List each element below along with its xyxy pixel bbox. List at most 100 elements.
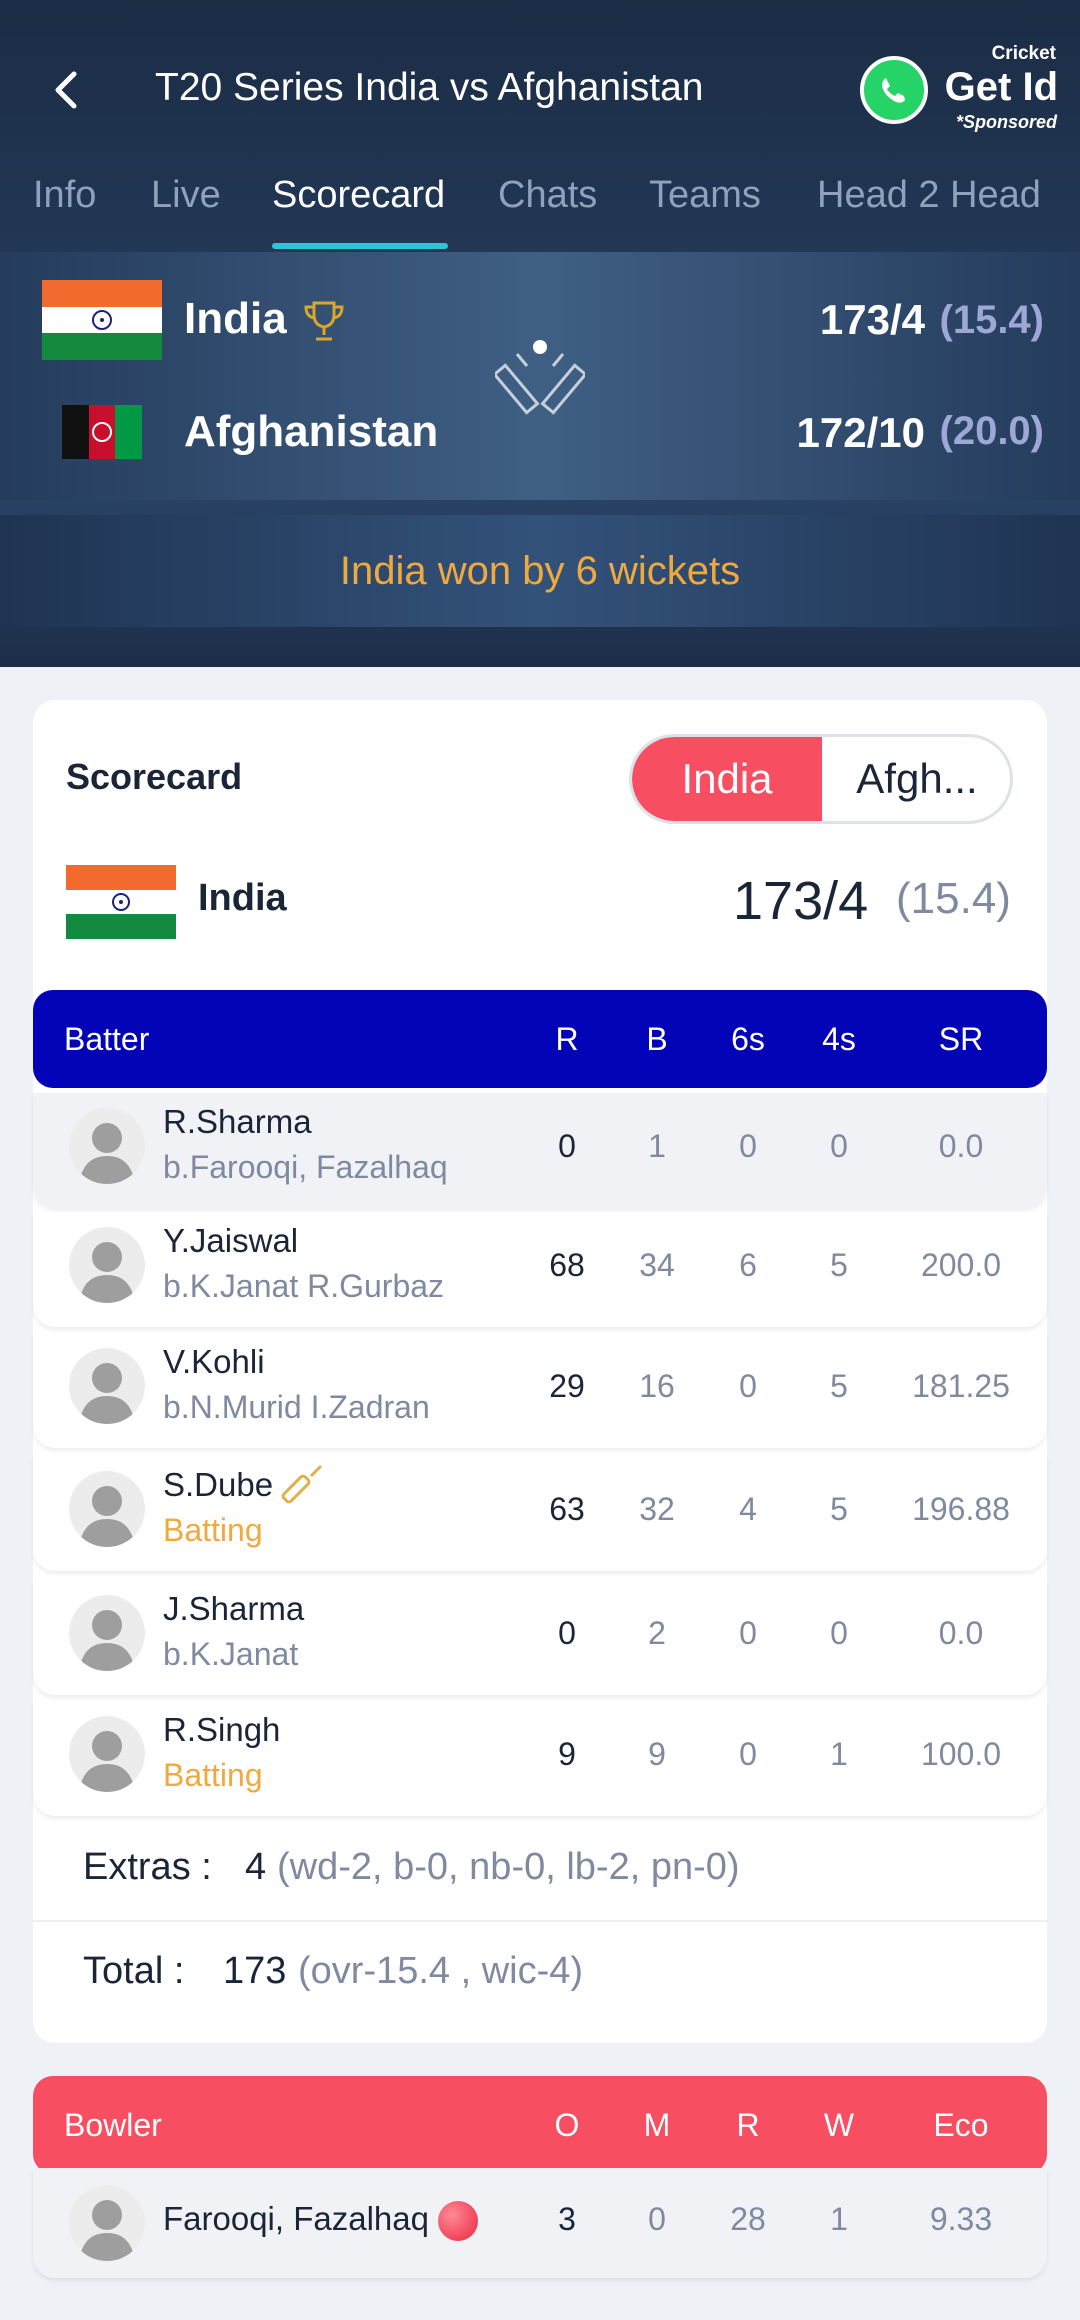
sixes-cell: 0 (739, 1736, 757, 1772)
active-tab-indicator (272, 243, 448, 249)
tab-head-2-head[interactable]: Head 2 Head (817, 170, 1041, 242)
sixes-cell: 6 (739, 1247, 757, 1283)
match-result: India won by 6 wickets (0, 515, 1080, 627)
extras-detail: (wd-2, b-0, nb-0, lb-2, pn-0) (277, 1846, 740, 1888)
tab-bar: Info Live Scorecard Chats Teams Head 2 H… (0, 160, 1080, 252)
team-toggle: India Afgh... (629, 734, 1013, 824)
batter-row[interactable]: R.Singh Batting 9 9 0 1 100.0 (33, 1701, 1047, 1816)
chevron-left-icon (55, 71, 77, 109)
tab-live[interactable]: Live (151, 170, 221, 242)
player-avatar-icon (69, 1716, 145, 1792)
extras-row: Extras : 4 (wd-2, b-0, nb-0, lb-2, pn-0) (33, 1810, 1047, 1922)
india-flag-icon (66, 865, 176, 939)
fours-cell: 5 (830, 1368, 848, 1404)
runs-conceded-cell: 28 (730, 2201, 766, 2237)
header-balls: B (646, 1021, 668, 1057)
batter-name: V.Kohli (163, 1343, 265, 1380)
header-runs-conceded: R (736, 2107, 760, 2143)
sixes-cell: 0 (739, 1615, 757, 1651)
promo-category: Cricket (991, 43, 1056, 64)
total-value: 173 (223, 1950, 287, 1992)
promo-cta: Get Id (944, 65, 1058, 109)
team2-score: 172/10 (796, 409, 925, 456)
crossed-bats-icon (495, 340, 585, 415)
player-avatar-icon (69, 2185, 145, 2261)
runs-cell: 68 (549, 1247, 585, 1283)
toggle-india[interactable]: India (632, 737, 822, 821)
batter-name: R.Sharma (163, 1103, 312, 1140)
balls-cell: 9 (648, 1736, 666, 1772)
team2-overs: (20.0) (939, 409, 1045, 453)
strike-rate-cell: 181.25 (912, 1368, 1010, 1404)
runs-cell: 63 (549, 1491, 585, 1527)
fours-cell: 0 (830, 1615, 848, 1651)
batter-name: R.Singh (163, 1711, 281, 1748)
header-runs: R (555, 1021, 579, 1057)
fours-cell: 5 (830, 1247, 848, 1283)
cricket-ball-icon (438, 2201, 478, 2241)
balls-cell: 32 (639, 1491, 675, 1527)
sixes-cell: 0 (739, 1128, 757, 1164)
india-flag-icon (42, 280, 162, 360)
toggle-afghanistan[interactable]: Afgh... (824, 737, 1010, 821)
extras-label: Extras : (83, 1846, 212, 1888)
balls-cell: 16 (639, 1368, 675, 1404)
dismissal-text: Batting (163, 1757, 263, 1793)
player-avatar-icon (69, 1348, 145, 1424)
header-wickets: W (823, 2107, 855, 2143)
innings-overs: (15.4) (896, 874, 1011, 923)
runs-cell: 29 (549, 1368, 585, 1404)
tab-chats[interactable]: Chats (498, 170, 597, 242)
innings-score: 173/4 (733, 871, 869, 931)
runs-cell: 9 (558, 1736, 576, 1772)
header-overs: O (554, 2107, 580, 2143)
trophy-icon (304, 301, 344, 341)
header-maidens: M (643, 2107, 671, 2143)
wickets-cell: 1 (830, 2201, 848, 2237)
header-economy: Eco (933, 2107, 989, 2143)
back-button[interactable] (40, 60, 92, 120)
sixes-cell: 4 (739, 1491, 757, 1527)
sponsored-promo[interactable]: Cricket Get Id *Sponsored (860, 40, 1060, 140)
balls-cell: 34 (639, 1247, 675, 1283)
bowling-table-header: Bowler O M R W Eco (33, 2076, 1047, 2174)
team2-name: Afghanistan (184, 407, 439, 456)
batter-row[interactable]: Y.Jaiswal b.K.Janat R.Gurbaz 68 34 6 5 200.0 (33, 1212, 1047, 1327)
batter-name: S.Dube (163, 1466, 274, 1503)
whatsapp-icon (860, 56, 928, 124)
team1-name: India (184, 294, 287, 343)
scorecard-label: Scorecard (66, 756, 243, 797)
tab-teams[interactable]: Teams (649, 170, 761, 242)
strike-rate-cell: 0.0 (938, 1615, 984, 1651)
header-strike-rate: SR (938, 1021, 984, 1057)
sponsored-label: *Sponsored (955, 112, 1057, 132)
strike-rate-cell: 200.0 (920, 1247, 1002, 1283)
player-avatar-icon (69, 1471, 145, 1547)
fours-cell: 0 (830, 1128, 848, 1164)
tab-info[interactable]: Info (33, 170, 96, 242)
header-sixes: 6s (731, 1021, 765, 1057)
batter-row[interactable]: S.Dube Batting 63 32 4 5 196.88 (33, 1456, 1047, 1571)
batter-row[interactable]: V.Kohli b.N.Murid I.Zadran 29 16 0 5 181.25 (33, 1333, 1047, 1448)
extras-value: 4 (245, 1846, 267, 1888)
header-fours: 4s (822, 1021, 856, 1057)
batter-row[interactable]: J.Sharma b.K.Janat 0 2 0 0 0.0 (33, 1580, 1047, 1695)
tab-scorecard[interactable]: Scorecard (272, 170, 445, 242)
header-batter: Batter (64, 1021, 150, 1057)
bowler-name: Farooqi, Fazalhaq (163, 2200, 429, 2237)
dismissal-text: b.K.Janat (163, 1636, 299, 1672)
player-avatar-icon (69, 1227, 145, 1303)
header-bowler: Bowler (64, 2107, 162, 2143)
runs-cell: 0 (558, 1128, 576, 1164)
bowler-row[interactable]: Farooqi, Fazalhaq 3 0 28 1 9.33 (33, 2168, 1047, 2278)
fours-cell: 1 (830, 1736, 848, 1772)
dismissal-text: b.N.Murid I.Zadran (163, 1389, 430, 1425)
runs-cell: 0 (558, 1615, 576, 1651)
strike-rate-cell: 100.0 (920, 1736, 1002, 1772)
batter-name: J.Sharma (163, 1590, 305, 1627)
balls-cell: 2 (648, 1615, 666, 1651)
batter-row[interactable]: R.Sharma b.Farooqi, Fazalhaq 0 1 0 0 0.0 (33, 1093, 1047, 1208)
team1-overs: (15.4) (939, 298, 1045, 342)
maidens-cell: 0 (648, 2201, 666, 2237)
overs-cell: 3 (558, 2201, 576, 2237)
